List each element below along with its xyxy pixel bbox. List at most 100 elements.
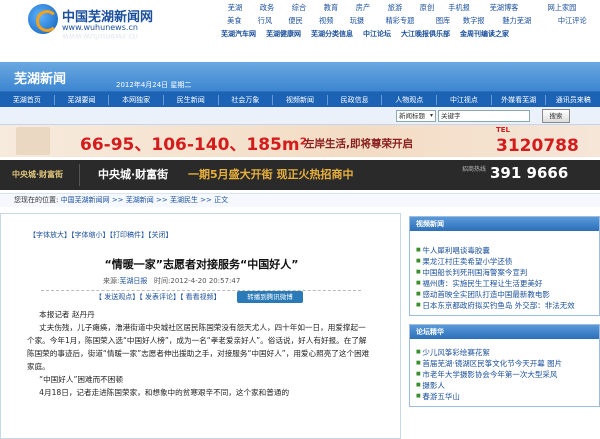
top-nav-link[interactable]: 手机报 bbox=[443, 3, 475, 13]
top-nav-link[interactable]: 数字报 bbox=[458, 16, 489, 26]
forum-item[interactable]: 摄影人 bbox=[416, 380, 595, 391]
site-logo[interactable]: 中国芜湖新闻网 www.wuhunews.cn www.wuhunews.cn bbox=[28, 4, 178, 48]
special-link[interactable]: 芜湖分类信息 bbox=[311, 29, 353, 39]
ad-tel-label: TEL bbox=[496, 126, 511, 134]
top-nav-link[interactable]: 精彩专题 bbox=[372, 16, 428, 26]
top-nav-link[interactable]: 中江评论 bbox=[545, 16, 600, 26]
main-nav-item[interactable]: 通讯员来稿 bbox=[546, 95, 600, 105]
top-nav-link[interactable]: 芜湖博客 bbox=[475, 3, 533, 13]
meta-divider bbox=[41, 290, 361, 291]
special-link[interactable]: 大江晚报俱乐部 bbox=[401, 29, 450, 39]
top-nav-link[interactable]: 原创 bbox=[411, 3, 443, 13]
top-nav-link[interactable]: 政务 bbox=[251, 3, 283, 13]
ad-unit-sizes: 66-95、106-140、185m² bbox=[80, 135, 308, 155]
logo-url: www.wuhunews.cn bbox=[62, 23, 138, 32]
top-nav-link[interactable]: 视频 bbox=[311, 16, 342, 26]
ad-banner-central-city[interactable]: 中央城·财富街 中央城·财富街 一期5月盛大开街 现正火热招商中 招商热线 39… bbox=[0, 160, 600, 190]
video-news-item[interactable]: 果龙江村庄卖希望小学还债 bbox=[416, 256, 595, 267]
forum-title: 论坛精华 bbox=[410, 325, 599, 339]
ad-logo-icon bbox=[16, 127, 50, 155]
top-nav-link[interactable]: 芜湖 bbox=[219, 3, 251, 13]
section-title: 芜湖新闻 bbox=[14, 72, 67, 87]
top-nav-link[interactable]: 房产 bbox=[347, 3, 379, 13]
video-news-item[interactable]: 牛人犀利唱谈毒胶囊 bbox=[416, 245, 595, 256]
article-title: “情暖一家”志愿者对接服务“中国好人” bbox=[104, 258, 299, 271]
breadcrumb-path[interactable]: 中国芜湖新闻网 >> 芜湖新闻 >> 芜湖民生 >> 正文 bbox=[61, 196, 229, 204]
special-link[interactable]: 中江论坛 bbox=[363, 29, 391, 39]
article-paragraph: “中国好人”困难而不困顿 bbox=[39, 375, 123, 384]
main-nav-item[interactable]: 芜湖首页 bbox=[0, 94, 55, 105]
top-nav-link[interactable]: 教育 bbox=[315, 3, 347, 13]
main-nav-item[interactable]: 民政信息 bbox=[328, 94, 383, 105]
special-link[interactable]: 芜湖健康网 bbox=[266, 29, 301, 39]
top-nav-link[interactable]: 综合 bbox=[283, 3, 315, 13]
source-label: 来源: bbox=[103, 277, 120, 285]
ad-tel-label: 招商热线 bbox=[462, 166, 487, 173]
main-nav-item[interactable]: 本网独家 bbox=[109, 94, 164, 105]
article-paragraph: 4月18日，记者走进陈国荣家，和想象中的贫寒艰辛不同，这个家和普通的 bbox=[39, 388, 290, 397]
main-nav-item[interactable]: 社会万象 bbox=[219, 94, 274, 105]
breadcrumb: 您现在的位置: 中国芜湖新闻网 >> 芜湖新闻 >> 芜湖民生 >> 正文 bbox=[0, 193, 600, 207]
main-nav-item[interactable]: 视频新闻 bbox=[273, 94, 328, 105]
forum-list: 少儿风筝彩绘赛花絮 首届芜湖·镜湖区民筝文化节今天开幕 图片 市老年大学摄影协会… bbox=[410, 339, 599, 406]
article-source[interactable]: 芜湖日报 bbox=[119, 277, 147, 285]
search-scope-select[interactable]: 新闻标题 bbox=[396, 110, 436, 122]
main-nav-item[interactable]: 中江视点 bbox=[437, 94, 492, 105]
section-banner: 芜湖新闻 2012年4月24日 星期二 bbox=[0, 62, 600, 92]
forum-item[interactable]: 少儿风筝彩绘赛花絮 bbox=[416, 347, 595, 358]
top-nav-link[interactable]: 图库 bbox=[428, 16, 459, 26]
main-nav-item[interactable]: 民生新闻 bbox=[164, 94, 219, 105]
video-news-title: 视频新闻 bbox=[410, 217, 599, 231]
forum-box: 论坛精华 少儿风筝彩绘赛花絮 首届芜湖·镜湖区民筝文化节今天开幕 图片 市老年大… bbox=[409, 324, 600, 407]
special-links: 芜湖汽车网 芜湖健康网 芜湖分类信息 中江论坛 大江晚报俱乐部 金周刊编读之家 bbox=[219, 27, 600, 41]
top-nav: 芜湖 政务 综合 教育 房产 旅游 原创 手机报 芜湖博客 网上家园 美食 行风… bbox=[219, 1, 600, 41]
main-nav-item[interactable]: 外媒看芜湖 bbox=[492, 94, 547, 105]
special-link[interactable]: 金周刊编读之家 bbox=[460, 29, 509, 39]
main-nav-item[interactable]: 芜湖要闻 bbox=[55, 94, 110, 105]
top-nav-link[interactable]: 便民 bbox=[280, 16, 311, 26]
main-nav-item[interactable]: 人物观点 bbox=[382, 94, 438, 105]
top-nav-link[interactable]: 网上家园 bbox=[533, 3, 591, 13]
search-input[interactable]: 关键字 bbox=[438, 110, 530, 122]
video-news-item[interactable]: 福州唐：实施民生工程让生活更美好 bbox=[416, 278, 595, 289]
sidebar: 视频新闻 牛人犀利唱谈毒胶囊 果龙江村庄卖希望小学还债 中国船长判死刑国海警案今… bbox=[409, 216, 600, 415]
article-paragraph: 本报记者 赵丹丹 bbox=[39, 310, 95, 319]
search-button[interactable]: 搜索 bbox=[542, 109, 570, 123]
article-tools[interactable]: 【字体放大】【字体缩小】【打印稿件】【关闭】 bbox=[29, 230, 173, 240]
logo-url-reflection: www.wuhunews.cn bbox=[62, 32, 138, 41]
logo-emblem-icon bbox=[28, 4, 58, 34]
article-panel: 【字体放大】【字体缩小】【打印稿件】【关闭】 “情暖一家”志愿者对接服务“中国好… bbox=[0, 213, 401, 439]
article-paragraph: 丈夫伤残，儿子瘫痪，澛港街道中央城社区居民陈国荣没有怨天尤人，四十年如一日，用爱… bbox=[27, 323, 370, 371]
ad-banner-left-bank[interactable]: 66-95、106-140、185m² 左岸生活,即将尊荣开启 TEL 3120… bbox=[0, 125, 600, 157]
special-link[interactable]: 芜湖汽车网 bbox=[221, 29, 256, 39]
top-nav-link[interactable]: 行风 bbox=[250, 16, 281, 26]
site-header: 中国芜湖新闻网 www.wuhunews.cn www.wuhunews.cn … bbox=[0, 0, 600, 62]
video-news-item[interactable]: 感动首映全实团队打造中国最新教电影 bbox=[416, 289, 595, 300]
video-news-item[interactable]: 日本东京都政府拟买钓鱼岛 外交部：非法无效 bbox=[416, 300, 595, 311]
forum-item[interactable]: 市老年大学摄影协会今年第一次大型采风 bbox=[416, 369, 595, 380]
forum-item[interactable]: 春游五华山 bbox=[416, 391, 595, 402]
video-news-box: 视频新闻 牛人犀利唱谈毒胶囊 果龙江村庄卖希望小学还债 中国船长判死刑国海警案今… bbox=[409, 216, 600, 316]
article-meta: 来源:芜湖日报 时间:2012-4-20 20:57:47 bbox=[103, 276, 240, 286]
breadcrumb-label: 您现在的位置: bbox=[14, 196, 59, 204]
top-nav-link[interactable]: 魅力芜湖 bbox=[489, 16, 545, 26]
ad-brand-logo: 中央城·财富街 bbox=[8, 164, 80, 186]
video-news-list: 牛人犀利唱谈毒胶囊 果龙江村庄卖希望小学还债 中国船长判死刑国海警案今宣判 福州… bbox=[410, 231, 599, 315]
search-bar: 新闻标题 关键字 搜索 bbox=[0, 107, 600, 125]
current-date: 2012年4月24日 星期二 bbox=[116, 81, 192, 89]
article-body: 本报记者 赵丹丹 丈夫伤残，儿子瘫痪，澛港街道中央城社区居民陈国荣没有怨天尤人，… bbox=[27, 308, 371, 399]
ad-phone: 391 9666 bbox=[490, 164, 569, 182]
article-actions[interactable]: 【 发送观点】【 发表评论】【 看看视频】 bbox=[95, 292, 221, 302]
forum-item[interactable]: 首届芜湖·镜湖区民筝文化节今天开幕 图片 bbox=[416, 358, 595, 369]
video-news-item[interactable]: 中国船长判死刑国海警案今宣判 bbox=[416, 267, 595, 278]
weibo-share-button[interactable]: 转播到腾讯微博 bbox=[237, 291, 303, 303]
main-nav: 芜湖首页 芜湖要闻 本网独家 民生新闻 社会万象 视频新闻 民政信息 人物观点 … bbox=[0, 92, 600, 107]
ad-slogan: 左岸生活,即将尊荣开启 bbox=[304, 138, 413, 150]
top-nav-link[interactable]: 美食 bbox=[219, 16, 250, 26]
article-time: 2012-4-20 20:57:47 bbox=[170, 277, 241, 285]
top-nav-link[interactable]: 旅游 bbox=[379, 3, 411, 13]
ad-phone: 3120788 bbox=[496, 136, 579, 156]
top-nav-link[interactable]: 玩摄 bbox=[342, 16, 373, 26]
ad-slogan: 一期5月盛大开街 现正火热招商中 bbox=[188, 168, 354, 181]
top-nav-row-1: 芜湖 政务 综合 教育 房产 旅游 原创 手机报 芜湖博客 网上家园 bbox=[219, 1, 600, 14]
